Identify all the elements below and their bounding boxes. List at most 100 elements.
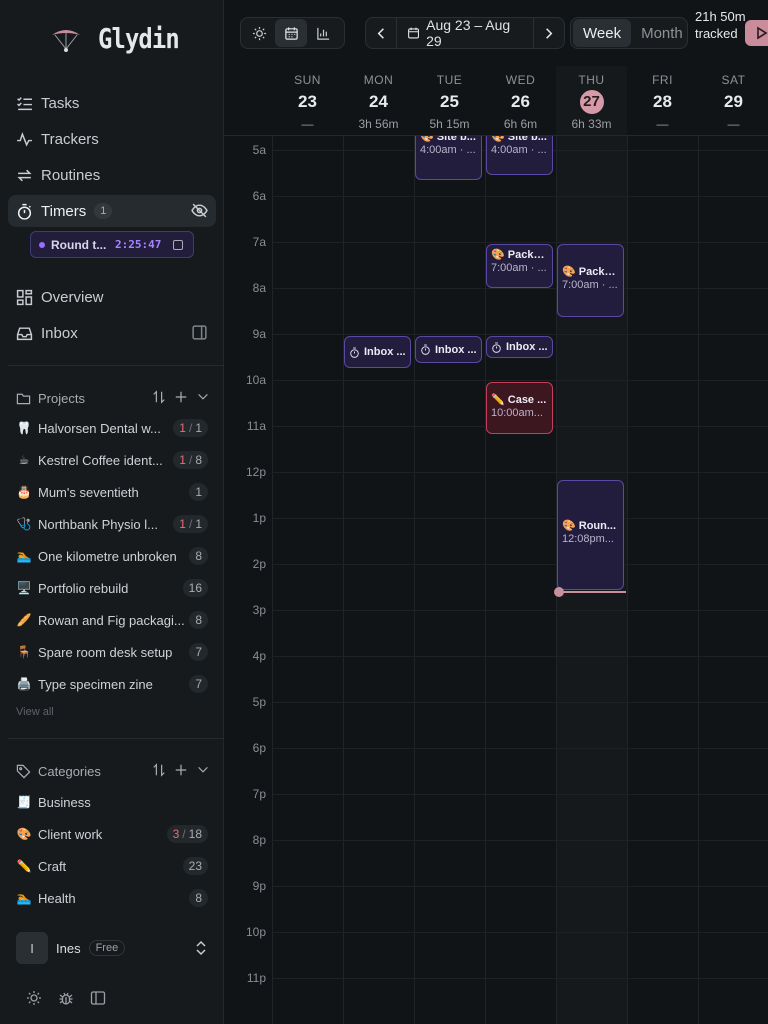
category-item[interactable]: ✏️ Craft 23: [16, 855, 208, 877]
event-wed-packaging[interactable]: 🎨 Packa... 7:00am · ...: [486, 244, 553, 288]
sort-icon[interactable]: [152, 390, 166, 404]
event-title: Inbox ...: [364, 346, 406, 358]
week-calendar: 🎨 Site b... 4:00am · ... 🎨 Site b... 4:0…: [224, 66, 768, 1024]
event-title: 🎨 Packa...: [491, 249, 548, 261]
week-tab[interactable]: Week: [573, 19, 632, 47]
project-item[interactable]: 🏊 One kilometre unbroken 8: [16, 545, 208, 567]
hour-label: 2p: [252, 557, 266, 571]
next-week-button[interactable]: [534, 19, 564, 47]
event-wed-inbox[interactable]: Inbox ...: [486, 336, 553, 358]
hour-label: 10a: [245, 373, 266, 387]
project-count: 1/1: [173, 515, 208, 533]
project-label: Rowan and Fig packagi...: [38, 612, 185, 628]
category-item[interactable]: 🏊 Health 8: [16, 887, 208, 909]
project-item[interactable]: 🖨️ Type specimen zine 7: [16, 673, 208, 695]
eye-off-icon[interactable]: [191, 202, 208, 219]
day-name: SUN: [294, 73, 321, 87]
day-header-thu[interactable]: THU 27 6h 33m: [556, 66, 627, 136]
divider: [8, 365, 224, 366]
day-column-tue[interactable]: [414, 66, 485, 1024]
app-logo[interactable]: Glydin: [50, 22, 193, 55]
project-emoji: ☕: [18, 453, 30, 467]
sun-icon[interactable]: [26, 990, 42, 1006]
event-thu-packaging[interactable]: 🎨 Packa... 7:00am · ...: [557, 244, 624, 317]
previous-week-button[interactable]: [366, 19, 396, 47]
chevron-down-icon[interactable]: [196, 763, 210, 777]
day-column-sat[interactable]: [698, 66, 768, 1024]
project-item[interactable]: 🩺 Northbank Physio l... 1/1: [16, 513, 208, 535]
bug-icon[interactable]: [58, 990, 74, 1006]
stats-view-button[interactable]: [307, 19, 339, 47]
nav-timers-label: Timers: [41, 202, 87, 220]
project-item[interactable]: 🦷 Halvorsen Dental w... 1/1: [16, 417, 208, 439]
hour-label: 8p: [252, 833, 266, 847]
running-timer[interactable]: Round t... 2:25:47: [30, 231, 194, 258]
sort-icon[interactable]: [152, 763, 166, 777]
current-time-dot: [554, 587, 564, 597]
hour-label: 10p: [245, 925, 266, 939]
play-icon: [757, 26, 768, 40]
plus-icon[interactable]: [174, 763, 188, 777]
stopwatch-icon: [492, 342, 501, 353]
date-range-picker[interactable]: Aug 23 – Aug 29: [396, 17, 534, 49]
hour-label: 7p: [252, 787, 266, 801]
event-tue-inbox[interactable]: Inbox ...: [415, 336, 482, 363]
event-wed-case[interactable]: ✏️ Case ... 10:00am...: [486, 382, 553, 434]
calendar-view-button[interactable]: [275, 19, 307, 47]
day-header-wed[interactable]: WED 26 6h 6m: [485, 66, 556, 136]
day-date: 23: [298, 92, 317, 111]
project-item[interactable]: ☕ Kestrel Coffee ident... 1/8: [16, 449, 208, 471]
day-header-sat[interactable]: SAT 29 —: [698, 66, 768, 136]
nav-trackers[interactable]: Trackers: [8, 123, 216, 155]
hour-label: 4p: [252, 649, 266, 663]
date-range-label: Aug 23 – Aug 29: [426, 17, 511, 49]
project-item[interactable]: 🪑 Spare room desk setup 7: [16, 641, 208, 663]
day-column-wed[interactable]: [485, 66, 556, 1024]
project-item[interactable]: 🖥️ Portfolio rebuild 16: [16, 577, 208, 599]
day-total: —: [727, 117, 740, 131]
day-date: 26: [511, 92, 530, 111]
start-timer-button[interactable]: [745, 20, 768, 46]
nav-routines[interactable]: Routines: [8, 159, 216, 191]
day-header-sun[interactable]: SUN 23 —: [272, 66, 343, 136]
day-column-sun[interactable]: [272, 66, 343, 1024]
project-count: 16: [182, 579, 208, 597]
project-total-count: 1: [195, 517, 202, 531]
hour-line: [272, 242, 768, 243]
day-total: 5h 15m: [429, 117, 470, 131]
user-name: Ines: [56, 940, 81, 956]
range-switcher: Week Month: [570, 17, 688, 49]
sidebar-toggle-icon[interactable]: [90, 990, 106, 1006]
day-header-fri[interactable]: FRI 28 —: [627, 66, 698, 136]
nav-overview[interactable]: Overview: [8, 281, 216, 313]
nav-timers[interactable]: Timers 1: [8, 195, 216, 227]
project-item[interactable]: 🥖 Rowan and Fig packagi... 8: [16, 609, 208, 631]
panel-icon[interactable]: [191, 324, 208, 341]
hour-line: [272, 978, 768, 979]
hour-line: [272, 794, 768, 795]
project-count: 7: [189, 675, 208, 693]
total-tracked: 21h 50m tracked: [695, 9, 746, 41]
focus-view-button[interactable]: [243, 19, 275, 47]
day-column-fri[interactable]: [627, 66, 698, 1024]
chevron-up-down-icon: [196, 940, 206, 956]
event-thu-round[interactable]: 🎨 Roun... 12:08pm...: [557, 480, 624, 590]
user-menu[interactable]: I Ines Free: [16, 932, 216, 964]
event-mon-inbox[interactable]: Inbox ...: [344, 336, 411, 368]
project-item[interactable]: 🎂 Mum's seventieth 1: [16, 481, 208, 503]
day-header-mon[interactable]: MON 24 3h 56m: [343, 66, 414, 136]
nav-inbox[interactable]: Inbox: [8, 317, 216, 349]
nav-tasks[interactable]: Tasks: [8, 87, 216, 119]
project-done-count: 1: [179, 453, 186, 467]
plus-icon[interactable]: [174, 390, 188, 404]
category-item[interactable]: 🎨 Client work 3/18: [16, 823, 208, 845]
chevron-down-icon[interactable]: [196, 390, 210, 404]
running-timer-elapsed: 2:25:47: [115, 238, 162, 251]
day-header-tue[interactable]: TUE 25 5h 15m: [414, 66, 485, 136]
category-item[interactable]: 🧾 Business: [16, 791, 208, 813]
day-column-mon[interactable]: [343, 66, 414, 1024]
stop-icon[interactable]: [173, 240, 183, 250]
view-all-projects-link[interactable]: View all: [16, 706, 54, 718]
event-title: ✏️ Case ...: [491, 394, 547, 406]
month-tab[interactable]: Month: [631, 19, 693, 47]
